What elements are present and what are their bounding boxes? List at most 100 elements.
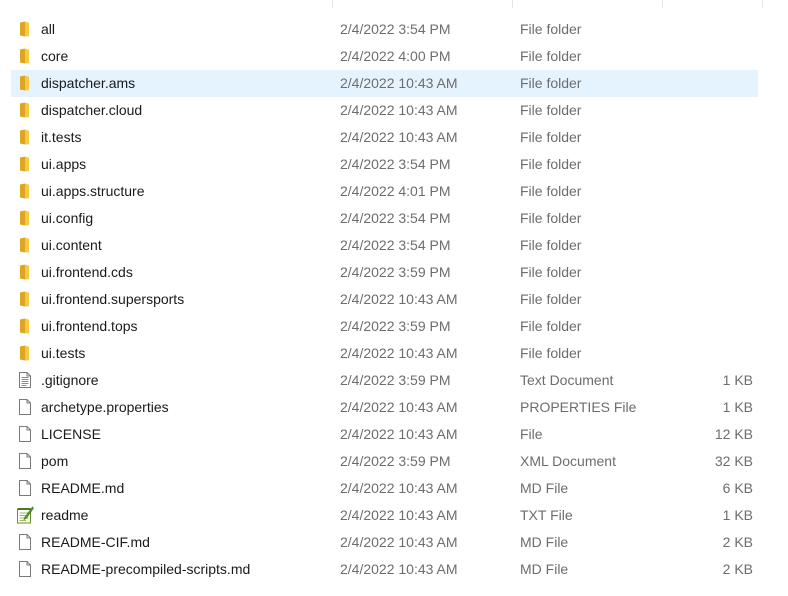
file-type: PROPERTIES File <box>520 399 637 415</box>
file-date-modified: 2/4/2022 3:59 PM <box>340 453 451 469</box>
file-type: File <box>520 426 543 442</box>
file-type: File folder <box>520 291 582 307</box>
file-icon <box>16 560 34 578</box>
file-date-modified: 2/4/2022 10:43 AM <box>340 426 458 442</box>
file-name: core <box>41 48 69 64</box>
file-size: 6 KB <box>722 480 753 496</box>
file-row[interactable]: LICENSE 2/4/2022 10:43 AM File 12 KB <box>0 421 788 448</box>
file-date-modified: 2/4/2022 4:00 PM <box>340 48 451 64</box>
file-date-modified: 2/4/2022 10:43 AM <box>340 75 458 91</box>
file-row[interactable]: it.tests 2/4/2022 10:43 AM File folder <box>0 124 788 151</box>
file-row[interactable]: README-CIF.md 2/4/2022 10:43 AM MD File … <box>0 529 788 556</box>
file-row[interactable]: pom 2/4/2022 3:59 PM XML Document 32 KB <box>0 448 788 475</box>
file-date-modified: 2/4/2022 10:43 AM <box>340 399 458 415</box>
file-date-modified: 2/4/2022 10:43 AM <box>340 480 458 496</box>
file-name: ui.frontend.cds <box>41 264 133 280</box>
file-size: 2 KB <box>722 561 753 577</box>
folder-icon <box>16 74 34 92</box>
file-name: ui.frontend.tops <box>41 318 138 334</box>
file-type: File folder <box>520 48 582 64</box>
folder-icon <box>16 155 34 173</box>
file-row[interactable]: ui.config 2/4/2022 3:54 PM File folder <box>0 205 788 232</box>
column-divider-date[interactable] <box>332 0 333 8</box>
file-type: File folder <box>520 264 582 280</box>
file-type: File folder <box>520 210 582 226</box>
file-date-modified: 2/4/2022 10:43 AM <box>340 507 458 523</box>
file-date-modified: 2/4/2022 3:59 PM <box>340 372 451 388</box>
column-divider-end[interactable] <box>762 0 763 8</box>
folder-icon <box>16 263 34 281</box>
file-icon <box>16 533 34 551</box>
file-row[interactable]: ui.tests 2/4/2022 10:43 AM File folder <box>0 340 788 367</box>
file-type: File folder <box>520 156 582 172</box>
column-divider-type[interactable] <box>512 0 513 8</box>
file-row[interactable]: ui.frontend.supersports 2/4/2022 10:43 A… <box>0 286 788 313</box>
file-row[interactable]: readme 2/4/2022 10:43 AM TXT File 1 KB <box>0 502 788 529</box>
file-row[interactable]: README.md 2/4/2022 10:43 AM MD File 6 KB <box>0 475 788 502</box>
file-list: all 2/4/2022 3:54 PM File folder core 2/… <box>0 16 788 583</box>
file-row[interactable]: ui.frontend.tops 2/4/2022 3:59 PM File f… <box>0 313 788 340</box>
folder-icon <box>16 47 34 65</box>
file-type: MD File <box>520 534 569 550</box>
file-type: File folder <box>520 102 582 118</box>
file-date-modified: 2/4/2022 3:54 PM <box>340 156 451 172</box>
file-type: MD File <box>520 561 569 577</box>
file-row[interactable]: README-precompiled-scripts.md 2/4/2022 1… <box>0 556 788 583</box>
file-name: ui.frontend.supersports <box>41 291 185 307</box>
file-size: 1 KB <box>722 372 753 388</box>
file-size: 1 KB <box>722 507 753 523</box>
file-size: 2 KB <box>722 534 753 550</box>
file-name: README-precompiled-scripts.md <box>41 561 251 577</box>
file-name: README.md <box>41 480 125 496</box>
file-type: TXT File <box>520 507 573 523</box>
file-row[interactable]: dispatcher.ams 2/4/2022 10:43 AM File fo… <box>0 70 788 97</box>
file-name: README-CIF.md <box>41 534 150 550</box>
file-row[interactable]: ui.apps 2/4/2022 3:54 PM File folder <box>0 151 788 178</box>
file-icon <box>16 425 34 443</box>
file-date-modified: 2/4/2022 4:01 PM <box>340 183 451 199</box>
file-type: File folder <box>520 129 582 145</box>
text-document-icon <box>16 371 34 389</box>
file-date-modified: 2/4/2022 10:43 AM <box>340 561 458 577</box>
file-date-modified: 2/4/2022 3:54 PM <box>340 21 451 37</box>
file-name: ui.content <box>41 237 102 253</box>
file-date-modified: 2/4/2022 10:43 AM <box>340 291 458 307</box>
file-name: all <box>41 21 56 37</box>
file-icon <box>16 479 34 497</box>
column-divider-size[interactable] <box>662 0 663 8</box>
folder-icon <box>16 101 34 119</box>
file-type: File folder <box>520 345 582 361</box>
file-size: 1 KB <box>722 399 753 415</box>
folder-icon <box>16 317 34 335</box>
folder-icon <box>16 236 34 254</box>
file-name: ui.tests <box>41 345 86 361</box>
file-name: ui.config <box>41 210 94 226</box>
file-icon <box>16 398 34 416</box>
file-date-modified: 2/4/2022 10:43 AM <box>340 534 458 550</box>
file-row[interactable]: core 2/4/2022 4:00 PM File folder <box>0 43 788 70</box>
file-date-modified: 2/4/2022 3:54 PM <box>340 237 451 253</box>
file-name: ui.apps.structure <box>41 183 145 199</box>
file-row[interactable]: ui.apps.structure 2/4/2022 4:01 PM File … <box>0 178 788 205</box>
file-name: pom <box>41 453 69 469</box>
notepad-plus-plus-icon <box>16 506 34 524</box>
file-type: File folder <box>520 75 582 91</box>
file-size: 12 KB <box>714 426 753 442</box>
file-type: File folder <box>520 318 582 334</box>
file-row[interactable]: all 2/4/2022 3:54 PM File folder <box>0 16 788 43</box>
file-row[interactable]: archetype.properties 2/4/2022 10:43 AM P… <box>0 394 788 421</box>
file-name: dispatcher.cloud <box>41 102 143 118</box>
file-date-modified: 2/4/2022 3:59 PM <box>340 318 451 334</box>
file-row[interactable]: ui.content 2/4/2022 3:54 PM File folder <box>0 232 788 259</box>
file-date-modified: 2/4/2022 3:54 PM <box>340 210 451 226</box>
file-row[interactable]: dispatcher.cloud 2/4/2022 10:43 AM File … <box>0 97 788 124</box>
file-row[interactable]: .gitignore 2/4/2022 3:59 PM Text Documen… <box>0 367 788 394</box>
file-type: File folder <box>520 183 582 199</box>
file-row[interactable]: ui.frontend.cds 2/4/2022 3:59 PM File fo… <box>0 259 788 286</box>
file-name: it.tests <box>41 129 82 145</box>
file-type: File folder <box>520 237 582 253</box>
file-date-modified: 2/4/2022 10:43 AM <box>340 102 458 118</box>
file-date-modified: 2/4/2022 10:43 AM <box>340 345 458 361</box>
file-type: File folder <box>520 21 582 37</box>
file-name: .gitignore <box>41 372 99 388</box>
